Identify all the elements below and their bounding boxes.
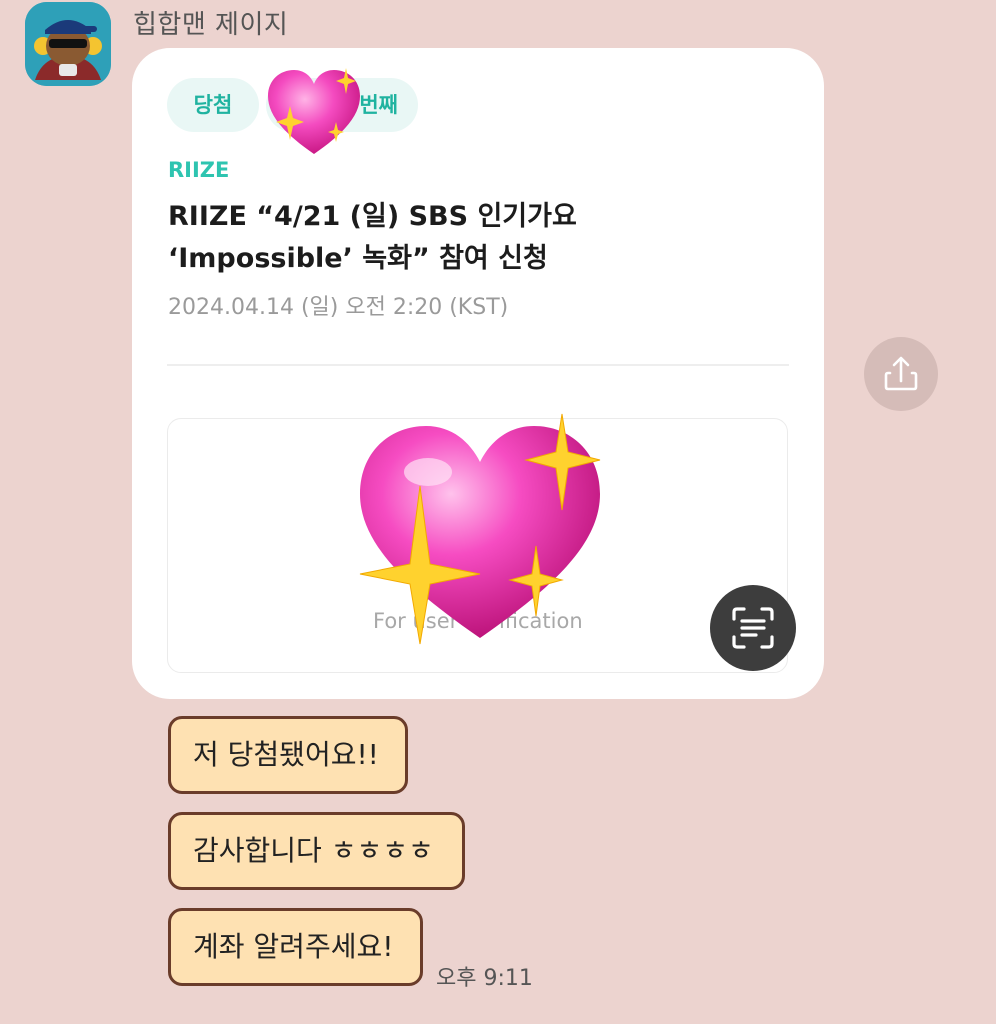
message-bubble[interactable]: 저 당첨됐어요!! [168,716,408,794]
sender-name: 힙합맨 제이지 [133,10,289,40]
result-chip: 당첨 [167,78,259,132]
avatar-image [25,2,111,86]
share-icon [884,356,918,391]
text-scan-icon [732,607,774,649]
share-button[interactable] [864,337,938,411]
text-scan-button[interactable] [710,585,796,671]
message-timestamp: 오후 9:11 [436,966,533,991]
message-bubble[interactable]: 감사합니다 ㅎㅎㅎㅎ [168,812,465,890]
message-bubble[interactable]: 계좌 알려주세요! [168,908,423,986]
sender-avatar[interactable] [25,2,111,86]
sparkling-heart-sticker [268,68,360,154]
divider [167,364,789,366]
event-date: 2024.04.14 (일) 오전 2:20 (KST) [168,295,509,320]
brand-label: RIIZE [168,158,230,182]
event-title: RIIZE “4/21 (일) SBS 인기가요 ‘Impossible’ 녹화… [168,201,577,274]
sparkling-heart-sticker-large [359,413,601,645]
